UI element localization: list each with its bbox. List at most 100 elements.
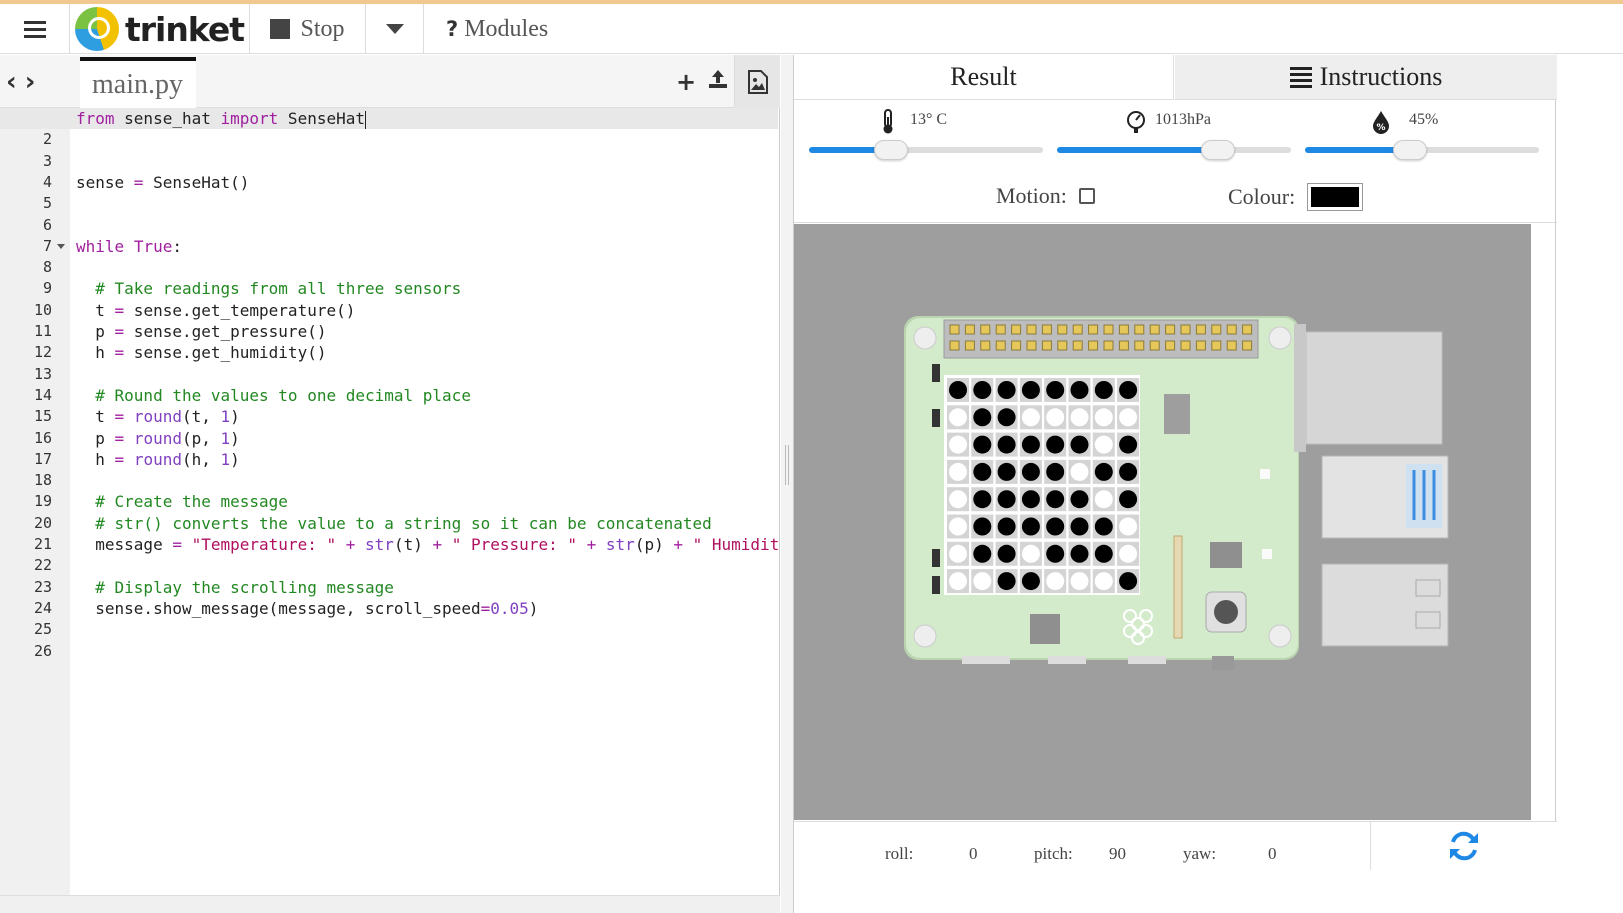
led-pixel bbox=[997, 544, 1016, 563]
run-options-dropdown[interactable] bbox=[366, 4, 424, 54]
reset-orientation-button[interactable] bbox=[1370, 822, 1557, 870]
code-line[interactable] bbox=[70, 151, 778, 172]
led-pixel bbox=[1021, 490, 1040, 509]
code-line[interactable]: sense = SenseHat() bbox=[70, 172, 778, 193]
led-pixel bbox=[973, 462, 992, 481]
code-line[interactable] bbox=[70, 129, 778, 150]
code-toggle-icon[interactable]: ‹› bbox=[6, 67, 43, 97]
temperature-slider-thumb[interactable] bbox=[873, 140, 908, 160]
code-line[interactable]: h = sense.get_humidity() bbox=[70, 342, 778, 363]
led-pixel bbox=[1046, 435, 1065, 454]
code-line[interactable]: t = round(t, 1) bbox=[70, 406, 778, 427]
code-line[interactable] bbox=[70, 364, 778, 385]
pressure-slider[interactable] bbox=[1057, 140, 1291, 160]
image-icon bbox=[747, 69, 768, 94]
colour-picker[interactable] bbox=[1307, 183, 1364, 211]
led-pixel bbox=[1046, 517, 1065, 536]
pane-splitter[interactable] bbox=[781, 55, 793, 913]
code-line[interactable]: # Take readings from all three sensors bbox=[70, 278, 778, 299]
humidity-slider[interactable] bbox=[1305, 140, 1539, 160]
led-pixel bbox=[997, 517, 1016, 536]
humidity-value: 45% bbox=[1409, 111, 1439, 128]
temperature-value: 13° C bbox=[910, 111, 948, 128]
trinket-logo[interactable]: trinket bbox=[70, 4, 250, 54]
gpio-pin bbox=[1103, 324, 1114, 335]
trinket-logo-icon bbox=[74, 7, 119, 51]
code-line[interactable] bbox=[70, 193, 778, 214]
led-pixel bbox=[949, 381, 967, 399]
code-line[interactable]: # str() converts the value to a string s… bbox=[70, 513, 778, 534]
code-line[interactable] bbox=[70, 619, 778, 640]
upload-icon[interactable] bbox=[702, 68, 734, 96]
menu-button[interactable] bbox=[0, 4, 70, 54]
code-line[interactable] bbox=[70, 555, 778, 576]
code-line[interactable]: while True: bbox=[70, 236, 778, 257]
code-line[interactable]: sense.show_message(message, scroll_speed… bbox=[70, 598, 778, 619]
tab-instructions[interactable]: Instructions bbox=[1175, 55, 1557, 100]
led-pixel bbox=[1021, 435, 1040, 454]
roll-value: 0 bbox=[969, 844, 978, 863]
line-number: 7 bbox=[42, 236, 52, 255]
code-line[interactable]: # Create the message bbox=[70, 491, 778, 512]
gpio-pin bbox=[1088, 324, 1099, 335]
led-pixel bbox=[1070, 544, 1089, 563]
led-pixel bbox=[1046, 544, 1065, 563]
hamburger-icon bbox=[23, 17, 46, 42]
code-line[interactable]: p = round(p, 1) bbox=[70, 428, 778, 449]
stop-button[interactable]: Stop bbox=[250, 4, 366, 54]
yaw-value: 0 bbox=[1268, 844, 1277, 863]
gpio-pin bbox=[1211, 324, 1222, 335]
humidity-slider-thumb[interactable] bbox=[1393, 140, 1428, 160]
line-number: 26 bbox=[33, 641, 52, 660]
add-file-icon[interactable]: + bbox=[670, 68, 702, 96]
pressure-sensor: 1013hPa bbox=[1057, 101, 1293, 161]
motion-checkbox[interactable] bbox=[1078, 188, 1095, 204]
line-number: 15 bbox=[33, 407, 52, 426]
line-number: 11 bbox=[33, 322, 52, 340]
code-line[interactable] bbox=[70, 257, 778, 278]
fold-caret-icon[interactable] bbox=[57, 243, 65, 249]
code-line[interactable] bbox=[70, 215, 778, 236]
sense-hat-board[interactable] bbox=[794, 224, 1531, 820]
led-pixel bbox=[1119, 544, 1138, 563]
gpio-pin bbox=[1195, 340, 1206, 351]
gpio-pin bbox=[1165, 340, 1176, 351]
add-image-button[interactable] bbox=[734, 55, 780, 108]
ethernet-port bbox=[1305, 331, 1443, 445]
line-number: 23 bbox=[33, 577, 52, 596]
led-pixel bbox=[1094, 572, 1113, 591]
stop-label: Stop bbox=[300, 15, 345, 42]
temperature-slider[interactable] bbox=[809, 140, 1043, 160]
code-line[interactable]: t = sense.get_temperature() bbox=[70, 300, 778, 321]
line-number: 3 bbox=[42, 151, 52, 170]
code-line[interactable]: message = "Temperature: " + str(t) + " P… bbox=[70, 534, 778, 555]
code-line[interactable]: from sense_hat import SenseHat bbox=[70, 108, 778, 129]
logo-text: trinket bbox=[124, 9, 245, 49]
result-tabs: Result Instructions bbox=[794, 55, 1557, 100]
gpio-pin bbox=[1011, 340, 1022, 351]
code-line[interactable]: p = sense.get_pressure() bbox=[70, 321, 778, 342]
line-number: 4 bbox=[42, 172, 52, 191]
code-line[interactable] bbox=[70, 641, 778, 662]
line-number: 24 bbox=[33, 598, 52, 617]
splitter-grip-icon[interactable] bbox=[785, 445, 789, 485]
pressure-slider-thumb[interactable] bbox=[1201, 140, 1236, 160]
code-line[interactable]: h = round(h, 1) bbox=[70, 449, 778, 470]
code-line[interactable]: # Round the values to one decimal place bbox=[70, 385, 778, 406]
modules-label: Modules bbox=[464, 15, 549, 42]
page-margin bbox=[1557, 55, 1623, 913]
modules-button[interactable]: ? Modules bbox=[424, 4, 574, 54]
code-editor[interactable]: from sense_hat import SenseHat sense = Se… bbox=[70, 108, 778, 895]
code-line[interactable] bbox=[70, 470, 778, 491]
sense-hat-viewport[interactable] bbox=[794, 224, 1531, 820]
code-line[interactable]: # Display the scrolling message bbox=[70, 577, 778, 598]
file-tab-main[interactable]: main.py bbox=[80, 57, 196, 108]
led-pixel bbox=[949, 462, 967, 481]
line-number: 6 bbox=[42, 215, 52, 234]
led-pixel bbox=[1021, 544, 1040, 563]
led-pixel bbox=[1094, 544, 1113, 563]
led-pixel bbox=[1046, 381, 1065, 399]
led-pixel bbox=[1094, 381, 1113, 399]
editor-pane: ‹› main.py + 123456789101112131415161718… bbox=[0, 55, 780, 913]
tab-result[interactable]: Result bbox=[794, 55, 1174, 100]
